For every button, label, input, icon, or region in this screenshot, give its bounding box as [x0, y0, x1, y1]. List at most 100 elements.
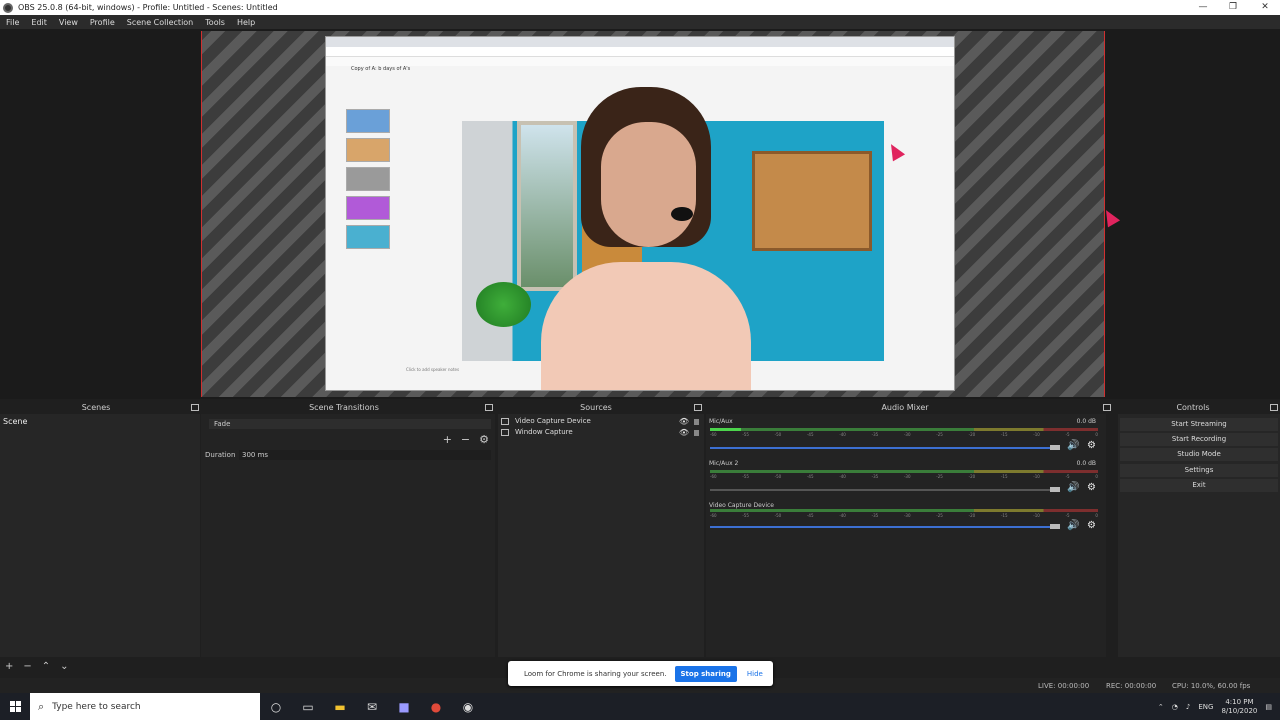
- scenes-toolbar: + − ⌃ ⌄: [0, 658, 200, 674]
- minimize-button[interactable]: —: [1188, 0, 1218, 15]
- menu-file[interactable]: File: [0, 18, 25, 27]
- add-transition-icon[interactable]: +: [443, 433, 452, 446]
- lock-icon[interactable]: [694, 429, 699, 436]
- clock[interactable]: 4:10 PM 8/10/2020: [1221, 698, 1257, 716]
- live-status: LIVE: 00:00:00: [1038, 682, 1090, 690]
- menu-help[interactable]: Help: [231, 18, 261, 27]
- premiere-icon[interactable]: ■: [388, 693, 420, 720]
- cortana-icon[interactable]: ○: [260, 693, 292, 720]
- person-face: [601, 122, 696, 247]
- transition-select[interactable]: Fade: [209, 419, 491, 429]
- exit-button[interactable]: Exit: [1120, 479, 1278, 492]
- clock-time: 4:10 PM: [1225, 697, 1254, 706]
- volume-slider[interactable]: [710, 447, 1055, 449]
- channel-name: Mic/Aux: [709, 418, 733, 425]
- channel-name: Video Capture Device: [709, 502, 775, 509]
- duration-input[interactable]: 300 ms: [239, 450, 491, 460]
- maximize-button[interactable]: ❐: [1218, 0, 1248, 15]
- controls-undock-icon[interactable]: [1270, 404, 1278, 411]
- menu-tools[interactable]: Tools: [199, 18, 231, 27]
- file-explorer-icon[interactable]: ▬: [324, 693, 356, 720]
- controls-panel: Start Streaming Start Recording Studio M…: [1118, 414, 1280, 657]
- speaker-icon[interactable]: 🔊: [1067, 520, 1079, 531]
- sources-undock-icon[interactable]: [694, 404, 702, 411]
- gear-icon[interactable]: ⚙: [1087, 440, 1096, 451]
- task-view-icon[interactable]: ▭: [292, 693, 324, 720]
- search-icon: ⌕: [38, 699, 45, 713]
- stop-sharing-button[interactable]: Stop sharing: [674, 665, 737, 682]
- speaker-icon[interactable]: 🔊: [1067, 482, 1079, 493]
- source-name: Video Capture Device: [515, 417, 591, 425]
- menu-view[interactable]: View: [53, 18, 84, 27]
- screen-share-notification: Loom for Chrome is sharing your screen. …: [508, 661, 773, 686]
- volume-slider-handle[interactable]: [1050, 524, 1060, 529]
- chrome-icon[interactable]: ●: [420, 693, 452, 720]
- volume-slider-handle[interactable]: [1050, 487, 1060, 492]
- controls-dock-title: Controls: [1176, 403, 1210, 412]
- notification-icon[interactable]: ▤: [1265, 703, 1272, 711]
- mixer-channel: Mic/Aux 0.0 dB -60 -55 -50 -45 -40 -35 -30 -25-…: [709, 418, 1101, 451]
- transitions-undock-icon[interactable]: [485, 404, 493, 411]
- close-button[interactable]: ✕: [1250, 0, 1280, 15]
- search-placeholder: Type here to search: [52, 701, 141, 712]
- menu-edit[interactable]: Edit: [25, 18, 53, 27]
- mixer-undock-icon[interactable]: [1103, 404, 1111, 411]
- sources-dock-title: Sources: [580, 403, 612, 412]
- menu-scene-collection[interactable]: Scene Collection: [121, 18, 200, 27]
- volume-meter: [710, 470, 1098, 473]
- gear-icon[interactable]: ⚙: [1087, 482, 1096, 493]
- scenes-undock-icon[interactable]: [191, 404, 199, 411]
- settings-button[interactable]: Settings: [1120, 464, 1278, 477]
- scene-list-item[interactable]: Scene: [0, 416, 200, 427]
- volume-slider[interactable]: [710, 526, 1055, 528]
- slide-thumbnail: [346, 225, 390, 249]
- slide-thumbnail: [346, 138, 390, 162]
- preview-area[interactable]: Copy of A: b days of A's Click to add sp…: [0, 29, 1280, 399]
- sources-panel: Video Capture Device 👁 Window Capture 👁: [498, 414, 704, 657]
- browser-bookmarks-bar: [326, 57, 954, 66]
- source-list-item[interactable]: Video Capture Device 👁: [501, 416, 701, 427]
- remove-transition-icon[interactable]: −: [461, 433, 470, 446]
- channel-name: Mic/Aux 2: [709, 460, 739, 467]
- webcam-person: [541, 87, 751, 390]
- gear-icon[interactable]: ⚙: [479, 433, 489, 446]
- menu-profile[interactable]: Profile: [84, 18, 121, 27]
- move-up-icon[interactable]: ⌃: [42, 661, 50, 672]
- mixer-dock-title: Audio Mixer: [881, 403, 929, 412]
- start-button[interactable]: [0, 693, 30, 720]
- obs-logo-icon: [3, 2, 13, 13]
- person-body: [541, 262, 751, 390]
- speaker-icon[interactable]: 🔊: [1067, 440, 1079, 451]
- volume-meter: [710, 509, 1098, 512]
- lock-icon[interactable]: [694, 418, 699, 425]
- plant-image: [476, 282, 531, 327]
- gear-icon[interactable]: ⚙: [1087, 520, 1096, 531]
- mail-icon[interactable]: ✉: [356, 693, 388, 720]
- source-list-item[interactable]: Window Capture 👁: [501, 427, 701, 438]
- eye-icon[interactable]: 👁: [679, 427, 689, 438]
- hide-button[interactable]: Hide: [747, 670, 763, 678]
- start-streaming-button[interactable]: Start Streaming: [1120, 418, 1278, 431]
- mixer-channel: Mic/Aux 2 0.0 dB -60 -55 -50 -45 -40 -35 -30 -2…: [709, 460, 1101, 493]
- rec-status: REC: 00:00:00: [1106, 682, 1157, 690]
- language-indicator[interactable]: ENG: [1198, 703, 1213, 711]
- browser-address-bar: [326, 47, 954, 57]
- tray-chevron-icon[interactable]: ⌃: [1158, 703, 1164, 711]
- start-recording-button[interactable]: Start Recording: [1120, 433, 1278, 446]
- studio-mode-button[interactable]: Studio Mode: [1120, 448, 1278, 461]
- move-down-icon[interactable]: ⌄: [60, 661, 68, 672]
- eye-icon[interactable]: 👁: [679, 416, 689, 427]
- taskbar-search[interactable]: ⌕ Type here to search: [30, 693, 260, 720]
- volume-slider-handle[interactable]: [1050, 445, 1060, 450]
- browser-tab-strip: [326, 37, 954, 47]
- volume-slider[interactable]: [710, 489, 1055, 491]
- background-bulletin-board: [752, 151, 872, 251]
- title-bar: OBS 25.0.8 (64-bit, windows) - Profile: …: [0, 0, 1280, 15]
- window-capture-source[interactable]: Copy of A: b days of A's Click to add sp…: [325, 36, 955, 391]
- volume-icon[interactable]: ♪: [1186, 703, 1190, 711]
- menu-bar: File Edit View Profile Scene Collection …: [0, 15, 1280, 29]
- add-scene-icon[interactable]: +: [5, 661, 13, 672]
- wifi-icon[interactable]: ◔: [1172, 703, 1178, 711]
- remove-scene-icon[interactable]: −: [23, 661, 31, 672]
- obs-taskbar-icon[interactable]: ◉: [452, 693, 484, 720]
